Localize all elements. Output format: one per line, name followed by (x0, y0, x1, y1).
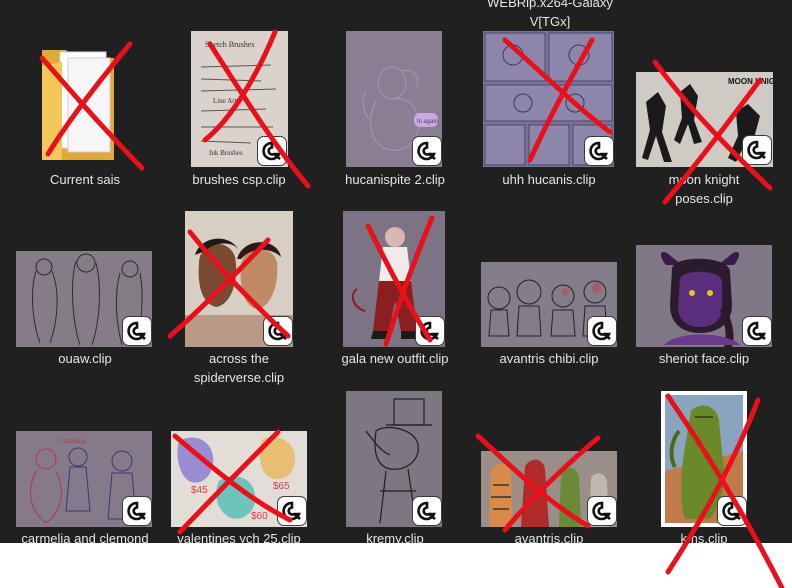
thumbnail: hi again (346, 31, 442, 167)
moon-knight-heading: MOON KNIGHT (728, 77, 773, 86)
thumbnail: $45 $65 $60 (171, 431, 307, 527)
thumbnail (343, 211, 445, 347)
clip-studio-badge-icon (278, 497, 306, 525)
clip-studio-badge-icon (416, 317, 444, 345)
thumbnail (346, 391, 442, 527)
file-label-line1: moon knight (668, 172, 740, 187)
file-label-line1: across the (209, 351, 269, 366)
thumbnail (483, 31, 614, 167)
file-explorer-view: WEBRip.x264-Galaxy V[TGx] Current sais S… (0, 0, 792, 546)
thumbnail (661, 391, 747, 527)
file-label: avantris chibi.clip (499, 351, 599, 366)
sticker-text: hi again (417, 119, 438, 125)
clip-studio-badge-icon (743, 317, 771, 345)
file-label: across the spiderverse.clip (166, 349, 312, 387)
carmelia-heading: Carmelia (60, 437, 87, 445)
price-label-3: $60 (251, 511, 268, 522)
file-label: hucanispite 2.clip (345, 172, 445, 187)
file-label: ouaw.clip (58, 351, 112, 366)
clip-studio-badge-icon (123, 317, 151, 345)
price-label-2: $65 (273, 481, 290, 492)
partial-label-line2: V[TGx] (529, 14, 571, 29)
clip-studio-badge-icon (585, 137, 613, 165)
notes-heading-3: Ink Brushes (209, 149, 243, 157)
clip-studio-badge-icon (588, 497, 616, 525)
file-label: gala new outfit.clip (341, 351, 449, 366)
clip-studio-badge-icon (743, 136, 771, 164)
thumbnail (16, 251, 152, 347)
file-label: Current sais (49, 172, 121, 187)
notes-heading-2: Line Art (213, 97, 237, 105)
thumbnail (481, 262, 617, 347)
file-label: sheriot face.clip (658, 351, 750, 366)
thumbnail: Sketch Brushes Line Art Ink Brushes (191, 31, 288, 167)
clip-studio-badge-icon (123, 497, 151, 525)
folder-icon (38, 44, 118, 164)
file-label: uhh hucanis.clip (502, 172, 596, 187)
notes-heading-1: Sketch Brushes (205, 40, 255, 49)
clip-studio-badge-icon (588, 317, 616, 345)
clip-studio-badge-icon (718, 497, 746, 525)
thumbnail: MOON KNIGHT (636, 72, 773, 167)
thumbnail (185, 211, 293, 347)
price-label-1: $45 (191, 485, 208, 496)
file-label-line2: spiderverse.clip (193, 370, 285, 385)
file-label: moon knight poses.clip (628, 170, 780, 208)
clip-studio-badge-icon (258, 137, 286, 165)
clip-studio-badge-icon (413, 497, 441, 525)
thumbnail (636, 245, 772, 347)
clip-studio-badge-icon (264, 317, 292, 345)
clip-studio-badge-icon (413, 137, 441, 165)
file-label-line2: poses.clip (675, 191, 733, 206)
white-margin (0, 543, 792, 588)
partial-label-line1: WEBRip.x264-Galaxy (487, 0, 613, 10)
thumbnail (481, 451, 617, 527)
partial-file-label[interactable]: WEBRip.x264-Galaxy V[TGx] (474, 0, 626, 31)
file-label: brushes csp.clip (192, 172, 286, 187)
thumbnail: Carmelia (16, 431, 152, 527)
